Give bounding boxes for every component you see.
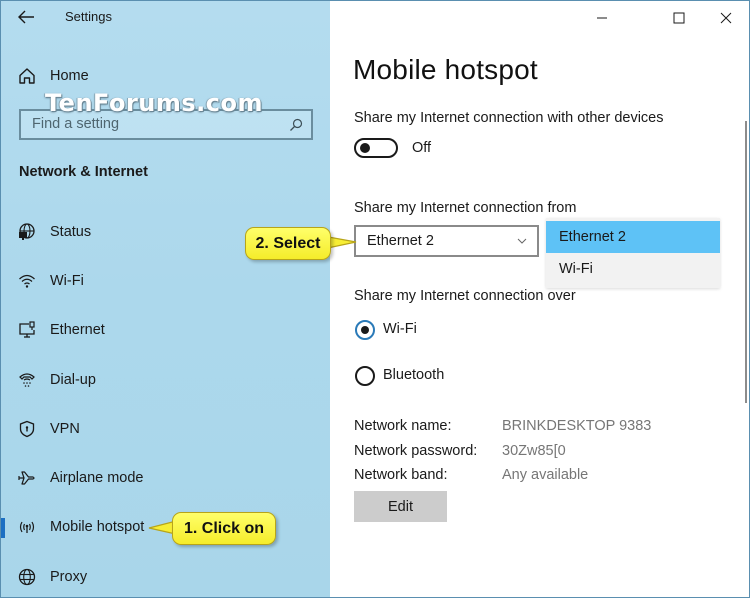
callout-step-1-text: 1. Click on — [183, 519, 265, 537]
home-icon — [19, 68, 35, 84]
sidebar-item-dialup[interactable]: Dial-up — [1, 360, 330, 400]
share-label: Share my Internet connection with other … — [354, 110, 664, 126]
hotspot-icon — [18, 518, 36, 536]
toggle-state: Off — [412, 140, 432, 156]
over-label: Share my Internet connection over — [354, 288, 576, 304]
network-name-key: Network name: — [354, 418, 452, 434]
radio-wifi[interactable] — [355, 320, 375, 340]
sidebar-item-proxy[interactable]: Proxy — [1, 557, 330, 597]
app-title: Settings — [65, 9, 112, 24]
settings-window: Settings Home Find a setting TenForums.c… — [0, 0, 750, 598]
callout-step-1: 1. Click on — [172, 512, 276, 545]
back-button[interactable] — [15, 7, 37, 27]
sidebar-item-wifi[interactable]: Wi-Fi — [1, 261, 330, 301]
from-label: Share my Internet connection from — [354, 200, 577, 216]
sidebar-item-label: Status — [50, 224, 92, 240]
sidebar-item-ethernet[interactable]: Ethernet — [1, 310, 330, 350]
search-placeholder: Find a setting — [32, 116, 120, 132]
minimize-icon — [597, 17, 607, 19]
radio-bluetooth[interactable] — [355, 366, 375, 386]
sidebar-item-label: Ethernet — [50, 322, 105, 338]
globe-icon — [18, 568, 36, 586]
dialup-icon — [18, 371, 36, 389]
section-title: Network & Internet — [19, 164, 148, 180]
connection-source-dropdown: Ethernet 2 Wi-Fi — [546, 218, 720, 288]
radio-bluetooth-label[interactable]: Bluetooth — [383, 367, 444, 383]
toggle-knob — [360, 143, 370, 153]
network-password-value: 30Zw85[0 — [502, 443, 566, 459]
network-password-key: Network password: — [354, 443, 478, 459]
sidebar-item-label: Proxy — [50, 569, 88, 585]
close-button[interactable] — [716, 9, 736, 27]
airplane-icon — [18, 469, 36, 487]
chevron-down-icon — [517, 238, 527, 244]
sidebar-item-label: Wi-Fi — [50, 273, 84, 289]
scrollbar[interactable] — [745, 121, 747, 403]
maximize-icon — [673, 12, 685, 24]
callout-step-2: 2. Select — [245, 227, 331, 260]
shield-icon — [18, 420, 36, 438]
network-band-value: Any available — [502, 467, 589, 483]
connection-source-select[interactable]: Ethernet 2 — [354, 225, 539, 257]
watermark: TenForums.com — [45, 89, 264, 117]
back-arrow-icon — [18, 10, 34, 24]
sidebar-item-label: Mobile hotspot — [50, 519, 145, 535]
close-icon — [720, 12, 732, 24]
home-label: Home — [50, 68, 89, 84]
sidebar-item-home[interactable]: Home — [17, 64, 89, 88]
wifi-icon — [18, 272, 36, 290]
page-title: Mobile hotspot — [353, 54, 538, 85]
dropdown-option-wifi[interactable]: Wi-Fi — [546, 253, 720, 285]
sidebar-item-label: VPN — [50, 421, 80, 437]
callout-step-2-text: 2. Select — [255, 234, 321, 252]
main-panel: Mobile hotspot Share my Internet connect… — [330, 1, 749, 597]
globe-monitor-icon — [18, 223, 36, 241]
edit-button[interactable]: Edit — [354, 491, 447, 522]
sidebar-item-vpn[interactable]: VPN — [1, 409, 330, 449]
maximize-button[interactable] — [669, 9, 689, 27]
hotspot-toggle[interactable] — [354, 138, 398, 158]
network-band-key: Network band: — [354, 467, 448, 483]
select-value: Ethernet 2 — [367, 233, 434, 249]
selected-indicator — [1, 518, 5, 538]
dropdown-option-ethernet-2[interactable]: Ethernet 2 — [546, 221, 720, 253]
radio-wifi-label[interactable]: Wi-Fi — [383, 321, 417, 337]
sidebar: Settings Home Find a setting TenForums.c… — [1, 1, 330, 597]
search-icon — [290, 118, 303, 131]
minimize-button[interactable] — [592, 9, 612, 27]
network-name-value: BRINKDESKTOP 9383 — [502, 418, 652, 434]
sidebar-item-airplane-mode[interactable]: Airplane mode — [1, 458, 330, 498]
ethernet-icon — [18, 321, 36, 339]
sidebar-item-label: Airplane mode — [50, 470, 144, 486]
sidebar-item-label: Dial-up — [50, 372, 96, 388]
